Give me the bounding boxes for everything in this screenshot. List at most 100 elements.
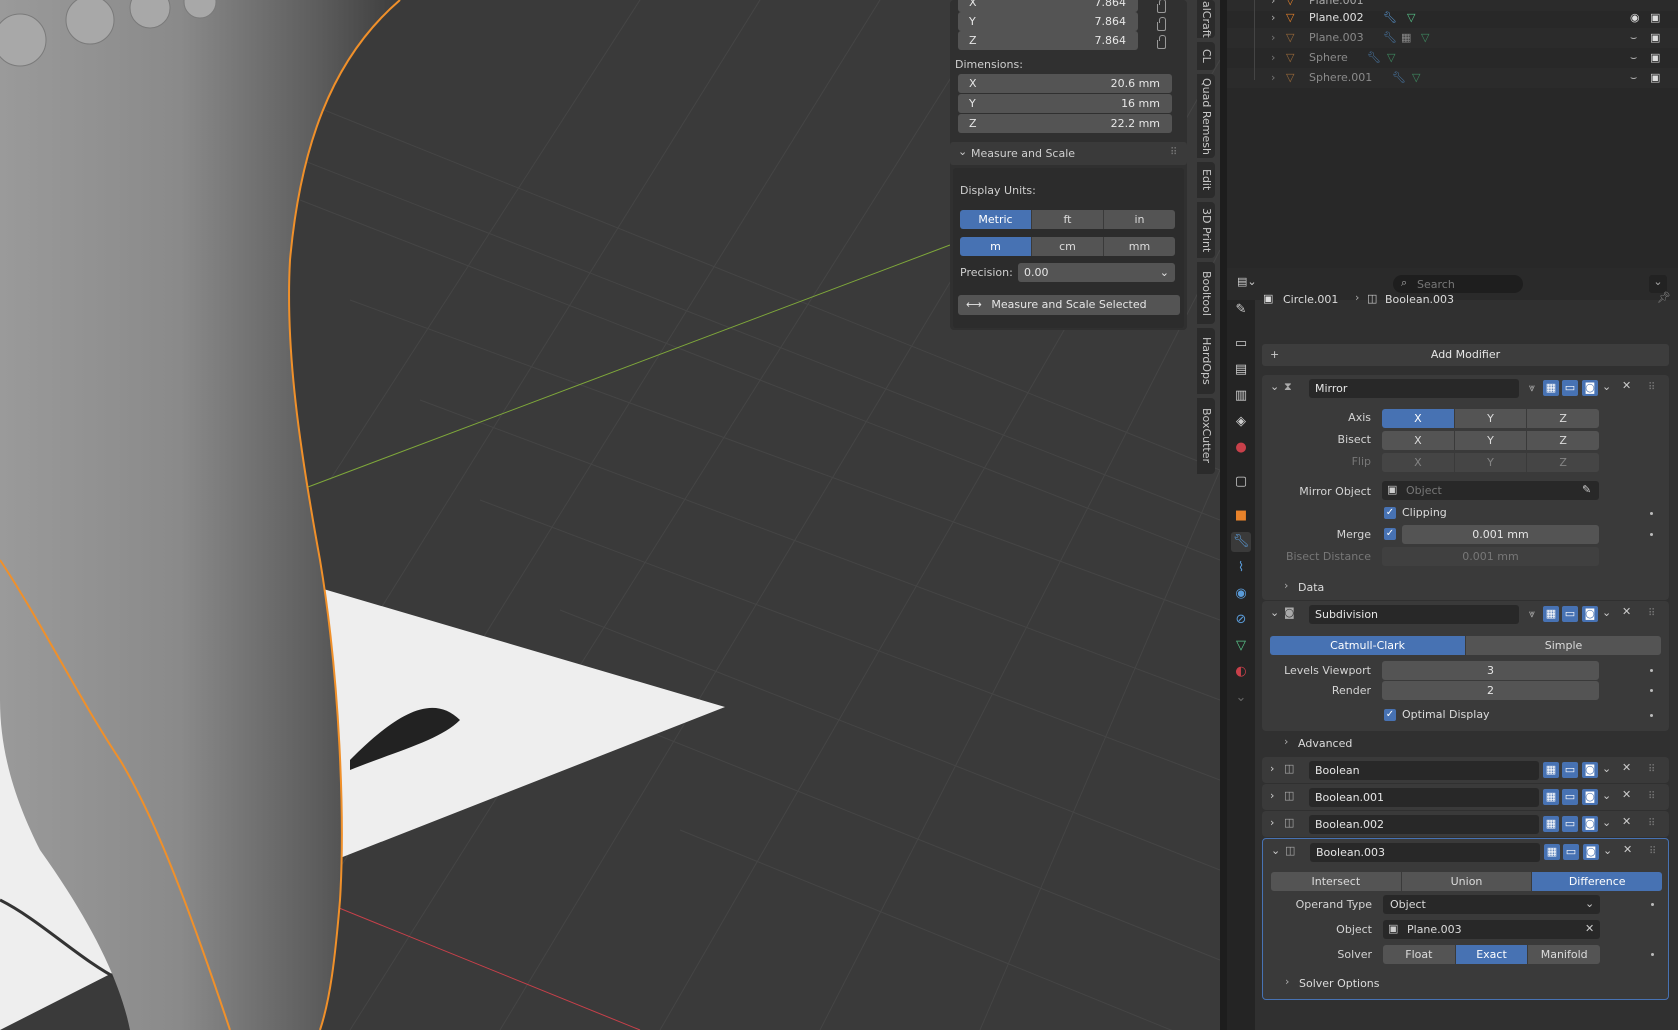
unit-cm[interactable]: cm [1032, 237, 1104, 256]
unit-in[interactable]: in [1104, 210, 1175, 229]
editmode-cage-icon[interactable]: ⩔ [1524, 606, 1540, 622]
measure-panel-header[interactable]: ⌄ Measure and Scale ⠿ [950, 142, 1187, 165]
tab-alcraft[interactable]: alCraft [1197, 0, 1215, 38]
constraints-tab-icon[interactable]: ⊘ [1231, 610, 1251, 630]
lock-icon[interactable] [1157, 17, 1166, 31]
drag-handle-icon[interactable]: ⠿ [1648, 764, 1655, 775]
viewport-display-icon[interactable]: ▭ [1562, 789, 1578, 805]
view-layer-tab-icon[interactable]: ▥ [1231, 386, 1251, 406]
unit-m[interactable]: m [960, 237, 1032, 256]
modifier-tab-icon[interactable]: 🔧︎ [1231, 532, 1251, 552]
add-modifier-button[interactable]: + Add Modifier [1262, 344, 1669, 366]
unit-ft[interactable]: ft [1032, 210, 1104, 229]
editmode-icon[interactable]: ▦ [1543, 762, 1559, 778]
length-unit-selector[interactable]: m cm mm [960, 237, 1175, 256]
render-camera-icon[interactable]: ◙ [1583, 844, 1599, 860]
material-tab-icon[interactable]: ◐ [1231, 662, 1251, 682]
keyframe-dot[interactable] [1650, 533, 1653, 536]
tab-quad-remesh[interactable]: Quad Remesh [1197, 74, 1215, 158]
scene-tab-icon[interactable]: ◈ [1231, 412, 1251, 432]
render-tab-icon[interactable]: ▭ [1231, 334, 1251, 354]
mirror-object-field[interactable]: ▣ Object ✎ [1382, 481, 1599, 500]
tab-hardops[interactable]: HardOps [1197, 328, 1215, 394]
unit-metric[interactable]: Metric [960, 210, 1032, 229]
float-solver-toggle[interactable]: Float [1383, 945, 1456, 964]
drag-handle-icon[interactable]: ⠿ [1649, 846, 1656, 857]
unit-system-selector[interactable]: Metric ft in [960, 210, 1175, 229]
boolean-operation-toggle[interactable]: Intersect Union Difference [1271, 872, 1662, 891]
exact-solver-toggle[interactable]: Exact [1455, 945, 1529, 964]
lock-icon[interactable] [1157, 0, 1166, 13]
editmode-icon[interactable]: ▦ [1543, 380, 1559, 396]
output-tab-icon[interactable]: ▤ [1231, 360, 1251, 380]
editmode-icon[interactable]: ▦ [1543, 789, 1559, 805]
scale-y-field[interactable]: Y 7.864 [958, 12, 1138, 31]
world-tab-icon[interactable]: ● [1231, 438, 1251, 458]
keyframe-dot[interactable] [1650, 669, 1653, 672]
lock-icon[interactable] [1157, 35, 1166, 49]
dimension-x-field[interactable]: X 20.6 mm [958, 74, 1172, 93]
modifier-name-field[interactable]: Boolean.002 [1309, 815, 1539, 834]
render-camera-icon[interactable]: ◙ [1582, 762, 1598, 778]
chevron-down-icon[interactable]: ⌄ [1231, 688, 1251, 708]
close-icon[interactable]: ✕ [1622, 379, 1631, 392]
render-camera-icon[interactable]: ◙ [1582, 816, 1598, 832]
advanced-subpanel-label[interactable]: Advanced [1298, 737, 1352, 750]
chevron-right-icon[interactable]: › [1284, 735, 1288, 748]
merge-checkbox[interactable]: ✓ [1384, 528, 1396, 540]
list-item[interactable]: › ▽ Sphere 🔧︎ ▽ ⌣ ▣ [1227, 48, 1678, 68]
keyframe-dot[interactable] [1651, 953, 1654, 956]
close-icon[interactable]: ✕ [1622, 761, 1631, 774]
mirror-flip-toggle[interactable]: X Y Z [1382, 453, 1599, 472]
mirror-bisect-toggle[interactable]: X Y Z [1382, 431, 1599, 450]
editmode-icon[interactable]: ▦ [1543, 606, 1559, 622]
bisect-x-toggle[interactable]: X [1382, 431, 1455, 450]
flip-z-toggle[interactable]: Z [1527, 453, 1599, 472]
drag-handle-icon[interactable]: ⠿ [1170, 147, 1177, 158]
drag-handle-icon[interactable]: ⠿ [1648, 791, 1655, 802]
modifier-name-field[interactable]: Boolean.001 [1309, 788, 1539, 807]
collection-tab-icon[interactable]: ▢ [1231, 472, 1251, 492]
measure-and-scale-button[interactable]: ⟷ Measure and Scale Selected [958, 295, 1180, 315]
dimension-z-field[interactable]: Z 22.2 mm [958, 114, 1172, 133]
close-icon[interactable]: ✕ [1622, 815, 1631, 828]
solver-toggle[interactable]: Float Exact Manifold [1383, 945, 1600, 964]
tool-tab-icon[interactable]: ✎ [1231, 300, 1251, 320]
subdivision-type-toggle[interactable]: Catmull-Clark Simple [1270, 636, 1661, 655]
subdivision-modifier-header[interactable]: ⌄ ◙ Subdivision ⩔ ▦ ▭ ◙ ⌄ ✕ ⠿ [1262, 601, 1669, 627]
union-toggle[interactable]: Union [1401, 872, 1533, 891]
modifier-name-field[interactable]: Boolean [1309, 761, 1539, 780]
clipping-checkbox[interactable]: ✓ [1384, 507, 1396, 519]
chevron-right-icon[interactable]: › [1284, 579, 1288, 592]
viewport-display-icon[interactable]: ▭ [1562, 816, 1578, 832]
optimal-display-checkbox[interactable]: ✓ [1384, 709, 1396, 721]
simple-toggle[interactable]: Simple [1466, 636, 1661, 655]
render-camera-icon[interactable]: ◙ [1582, 606, 1598, 622]
catmull-clark-toggle[interactable]: Catmull-Clark [1270, 636, 1466, 655]
keyframe-dot[interactable] [1651, 903, 1654, 906]
boolean-003-modifier-header[interactable]: ⌄ ◫ Boolean.003 ▦ ▭ ◙ ⌄ ✕ ⠿ [1263, 839, 1670, 865]
editmode-icon[interactable]: ▦ [1544, 844, 1560, 860]
close-icon[interactable]: ✕ [1623, 843, 1632, 856]
drag-handle-icon[interactable]: ⠿ [1648, 818, 1655, 829]
intersect-toggle[interactable]: Intersect [1271, 872, 1402, 891]
scale-z-field[interactable]: Z 7.864 [958, 31, 1138, 50]
axis-x-toggle[interactable]: X [1382, 409, 1455, 428]
chevron-right-icon[interactable]: › [1285, 975, 1289, 988]
particles-tab-icon[interactable]: ⌇ [1231, 558, 1251, 578]
scale-x-field[interactable]: X 7.864 [958, 0, 1138, 12]
flip-x-toggle[interactable]: X [1382, 453, 1455, 472]
keyframe-dot[interactable] [1650, 689, 1653, 692]
viewport-display-icon[interactable]: ▭ [1562, 762, 1578, 778]
boolean-modifier-panel[interactable]: › ◫ Boolean ▦ ▭ ◙ ⌄ ✕ ⠿ [1262, 757, 1669, 783]
dimension-y-field[interactable]: Y 16 mm [958, 94, 1172, 113]
merge-distance-field[interactable]: 0.001 mm [1402, 525, 1599, 544]
drag-handle-icon[interactable]: ⠿ [1648, 382, 1655, 393]
tab-edit[interactable]: Edit [1197, 162, 1215, 198]
editmode-icon[interactable]: ▦ [1543, 816, 1559, 832]
modifier-name-field[interactable]: Mirror [1309, 379, 1519, 398]
editmode-cage-icon[interactable]: ⩔ [1524, 380, 1540, 396]
close-icon[interactable]: ✕ [1622, 605, 1631, 618]
unit-mm[interactable]: mm [1104, 237, 1175, 256]
bisect-y-toggle[interactable]: Y [1454, 431, 1528, 450]
